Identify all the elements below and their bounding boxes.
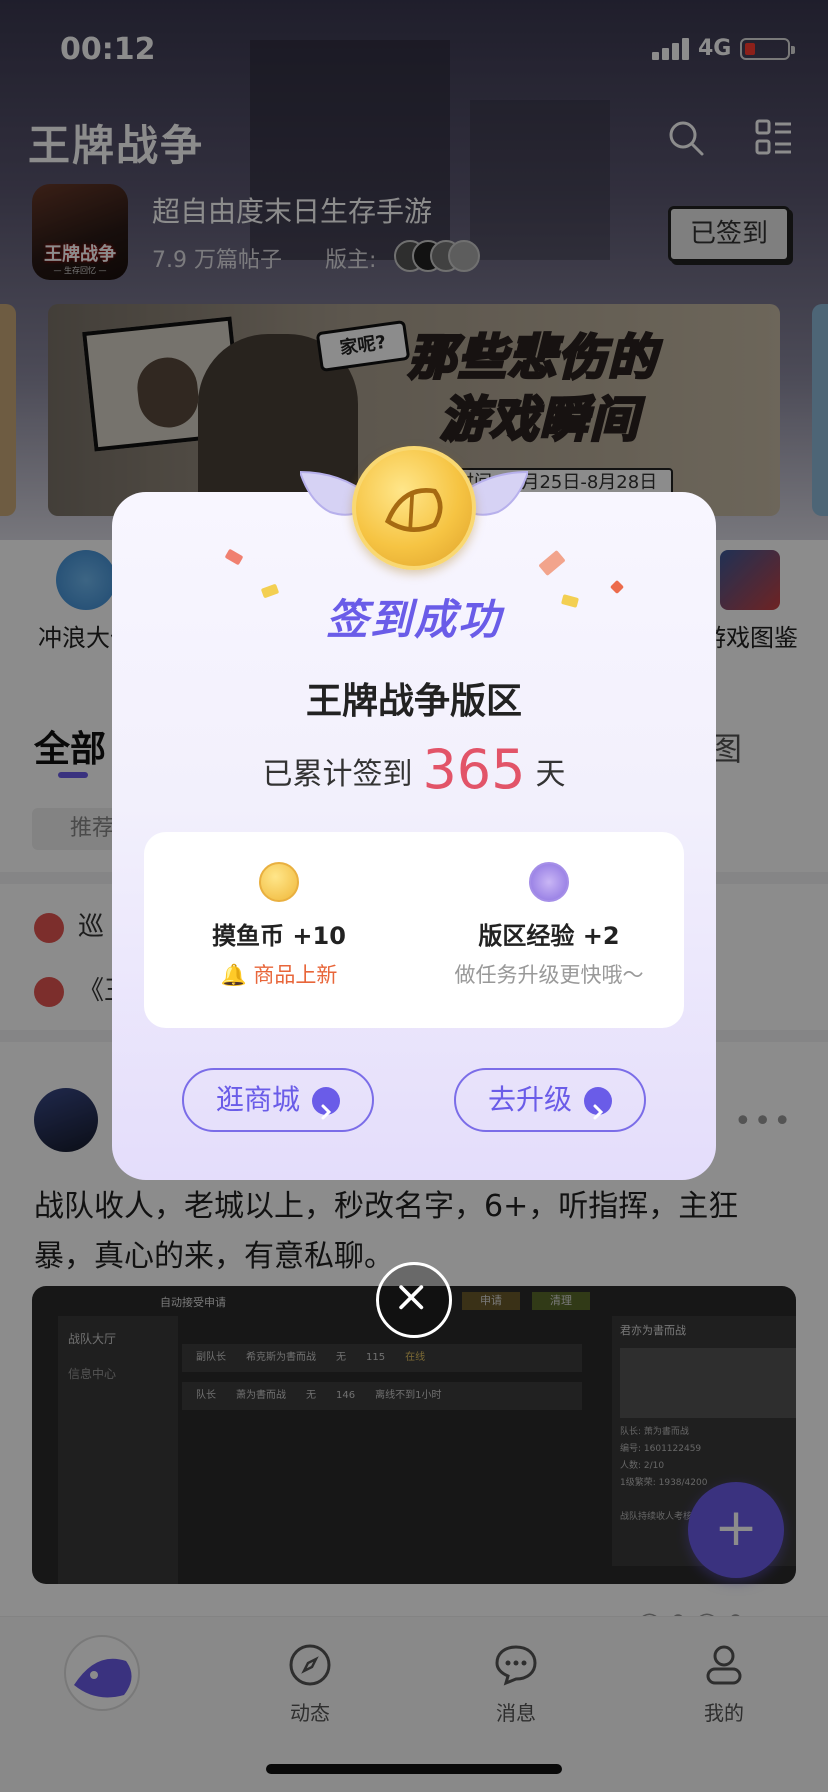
reward-experience: 版区经验 +2 做任务升级更快哦～ (414, 862, 684, 989)
reward-coins: 摸鱼币 +10 🔔 商品上新 (144, 862, 414, 989)
reward-card: 摸鱼币 +10 🔔 商品上新 版区经验 +2 做任务升级更快哦～ (144, 832, 684, 1028)
go-upgrade-label: 去升级 (488, 1083, 573, 1116)
fish-coin-icon (259, 862, 299, 902)
close-modal-button[interactable] (376, 1262, 452, 1338)
chevron-right-icon (584, 1087, 612, 1120)
close-icon (399, 1285, 424, 1310)
reward-title: 版区经验 +2 (478, 922, 620, 950)
modal-zone-name: 王牌战争版区 (305, 681, 522, 722)
streak-prefix: 已累计签到 (262, 757, 413, 792)
go-shop-label: 逛商城 (216, 1083, 301, 1116)
go-upgrade-button[interactable]: 去升级 (454, 1068, 646, 1132)
checkin-streak: 已累计签到 365 天 (112, 738, 716, 801)
streak-suffix: 天 (535, 757, 566, 792)
fish-coin-icon (352, 446, 476, 570)
bell-icon: 🔔 (220, 963, 247, 987)
reward-subtitle[interactable]: 🔔 商品上新 (144, 959, 414, 989)
modal-title: 签到成功 (325, 595, 502, 644)
go-shop-button[interactable]: 逛商城 (182, 1068, 374, 1132)
streak-days: 365 (422, 738, 526, 801)
reward-title: 摸鱼币 +10 (212, 922, 346, 950)
chevron-right-icon (312, 1087, 340, 1120)
reward-subtitle: 做任务升级更快哦～ (454, 963, 644, 987)
star-badge-icon (529, 862, 569, 902)
